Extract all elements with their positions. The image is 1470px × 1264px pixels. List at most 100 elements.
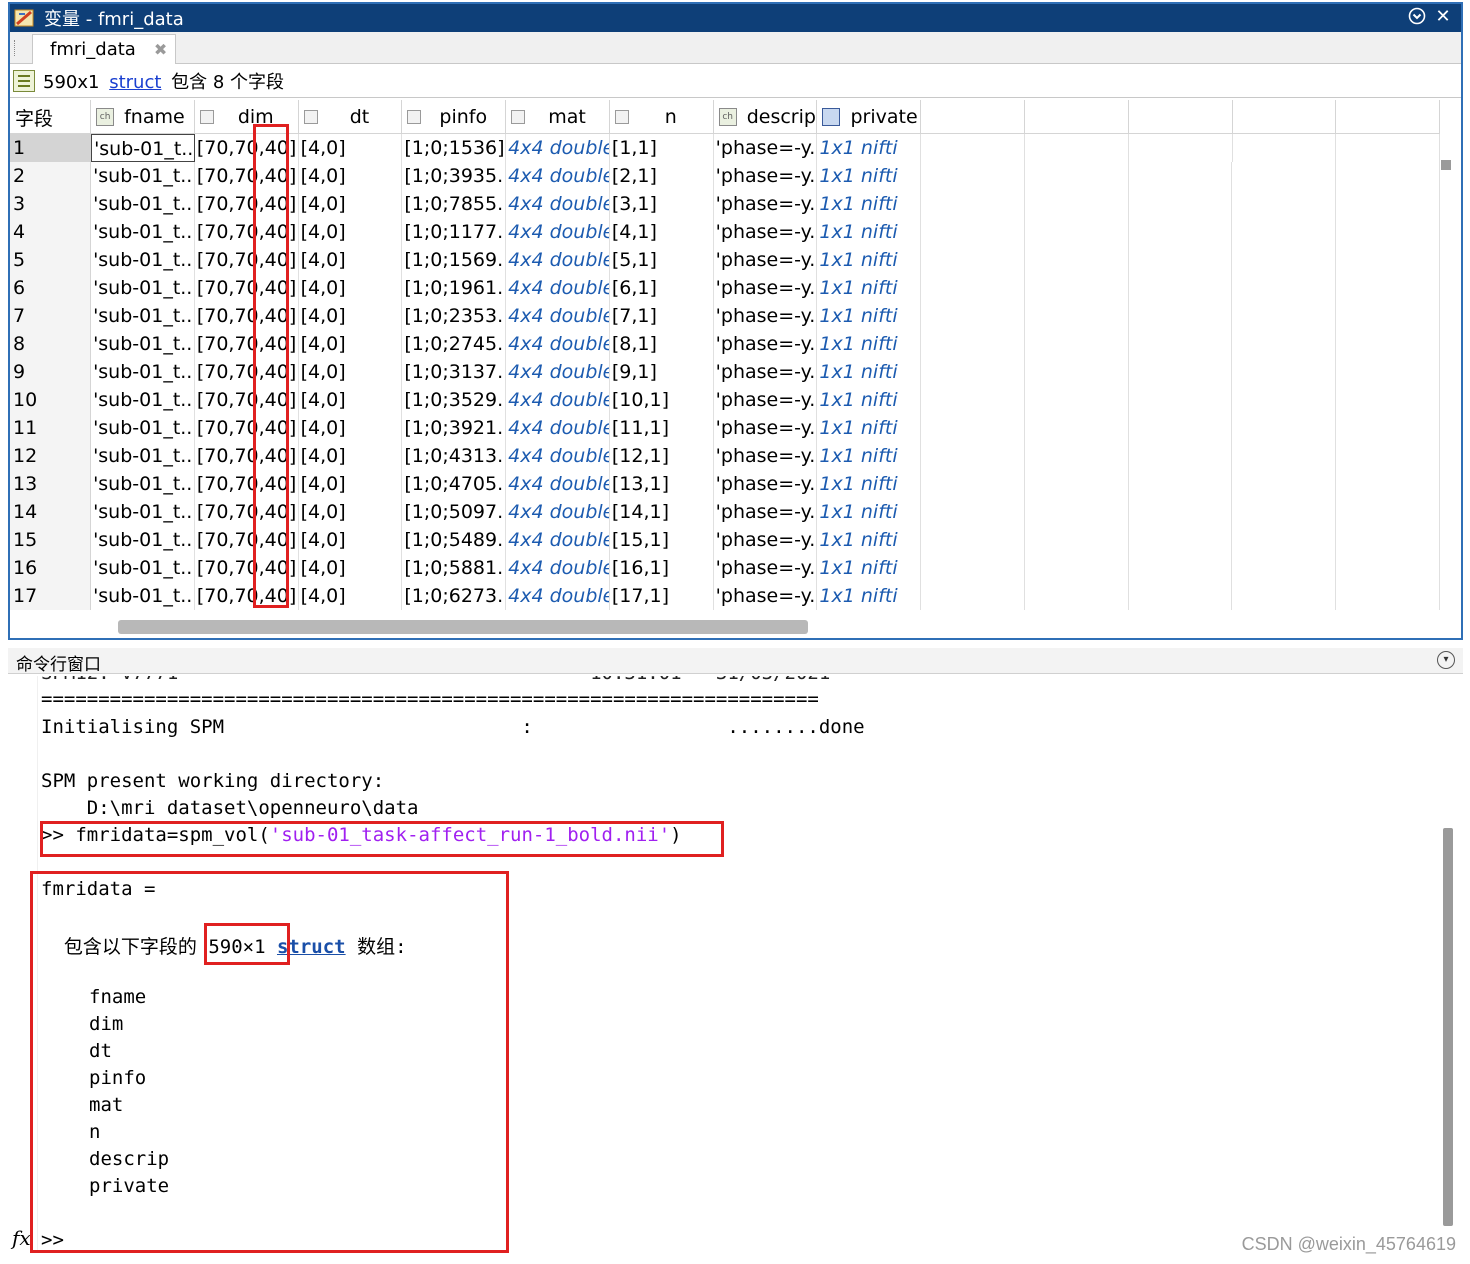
empty-cell[interactable]	[1025, 358, 1129, 386]
chevron-down-circle-icon[interactable]	[1407, 7, 1427, 27]
row-number[interactable]: 15	[10, 526, 92, 554]
cell-n[interactable]: [4,1]	[610, 218, 714, 246]
empty-cell[interactable]	[1025, 470, 1129, 498]
row-number[interactable]: 9	[10, 358, 92, 386]
cell-mat[interactable]: 4x4 double	[506, 302, 610, 330]
empty-cell[interactable]	[1129, 134, 1233, 162]
empty-cell[interactable]	[1129, 554, 1233, 582]
cell-fname[interactable]: 'sub-01_t...	[91, 554, 195, 582]
empty-cell[interactable]	[1336, 274, 1440, 302]
cell-fname[interactable]: 'sub-01_t...	[91, 190, 195, 218]
empty-cell[interactable]	[921, 134, 1025, 162]
tab-grip-handle[interactable]	[14, 40, 16, 56]
cell-descrip[interactable]: 'phase=-y...	[714, 358, 818, 386]
cell-private[interactable]: 1x1 nifti	[817, 330, 922, 358]
empty-cell[interactable]	[1129, 330, 1233, 358]
empty-cell[interactable]	[1336, 526, 1440, 554]
cell-pinfo[interactable]: [1;0;7855...	[402, 190, 507, 218]
empty-cell[interactable]	[1025, 330, 1129, 358]
table-row[interactable]: 15'sub-01_t... [70,70,40] [4,0] [1;0;5489..…	[10, 526, 1440, 554]
cell-dim[interactable]: [70,70,40]	[195, 554, 299, 582]
cell-fname[interactable]: 'sub-01_t...	[91, 218, 195, 246]
cell-dt[interactable]: [4,0]	[299, 134, 403, 162]
row-number[interactable]: 11	[10, 414, 92, 442]
cell-n[interactable]: [15,1]	[610, 526, 714, 554]
cell-fname[interactable]: 'sub-01_t...	[91, 330, 195, 358]
empty-cell[interactable]	[1336, 330, 1440, 358]
cell-dt[interactable]: [4,0]	[299, 246, 403, 274]
empty-cell[interactable]	[1232, 470, 1337, 498]
row-number[interactable]: 6	[10, 274, 92, 302]
cell-mat[interactable]: 4x4 double	[506, 414, 610, 442]
command-prompt[interactable]: >>	[41, 1229, 64, 1251]
cell-pinfo[interactable]: [1;0;1536]	[402, 134, 507, 162]
empty-cell[interactable]	[1232, 554, 1337, 582]
empty-cell[interactable]	[1232, 218, 1337, 246]
table-row[interactable]: 17'sub-01_t... [70,70,40] [4,0] [1;0;6273..…	[10, 582, 1440, 610]
cell-pinfo[interactable]: [1;0;5881...	[402, 554, 507, 582]
table-row[interactable]: 16'sub-01_t... [70,70,40] [4,0] [1;0;5881..…	[10, 554, 1440, 582]
empty-cell[interactable]	[1129, 218, 1233, 246]
cell-dt[interactable]: [4,0]	[299, 470, 403, 498]
cell-n[interactable]: [2,1]	[610, 162, 714, 190]
cell-fname[interactable]: 'sub-01_t...	[91, 358, 195, 386]
tab-close-icon[interactable]: ✖	[154, 40, 167, 59]
cell-pinfo[interactable]: [1;0;2745...	[402, 330, 507, 358]
cell-pinfo[interactable]: [1;0;1177...	[402, 218, 507, 246]
cell-private[interactable]: 1x1 nifti	[817, 582, 922, 610]
row-number[interactable]: 17	[10, 582, 92, 610]
empty-cell[interactable]	[1129, 246, 1233, 274]
row-number[interactable]: 2	[10, 162, 92, 190]
cell-mat[interactable]: 4x4 double	[506, 386, 610, 414]
cell-dt[interactable]: [4,0]	[299, 190, 403, 218]
empty-cell[interactable]	[1025, 302, 1129, 330]
cell-dt[interactable]: [4,0]	[299, 162, 403, 190]
empty-cell[interactable]	[1232, 498, 1337, 526]
empty-cell[interactable]	[1336, 414, 1440, 442]
empty-cell[interactable]	[1129, 302, 1233, 330]
struct-array-grid[interactable]: 字段 ch fname dim dt pinfo mat n ch descrip private…	[10, 100, 1440, 614]
command-window-body[interactable]: SPM12: v7771 10:31:01 - 31/03/2021 =====…	[8, 676, 1463, 1252]
cell-pinfo[interactable]: [1;0;3935...	[402, 162, 507, 190]
cell-pinfo[interactable]: [1;0;6273...	[402, 582, 507, 610]
cell-n[interactable]: [6,1]	[610, 274, 714, 302]
cell-dim[interactable]: [70,70,40]	[195, 470, 299, 498]
empty-cell[interactable]	[1025, 386, 1129, 414]
cell-dim[interactable]: [70,70,40]	[195, 134, 299, 162]
empty-cell[interactable]	[1336, 470, 1440, 498]
cell-mat[interactable]: 4x4 double	[506, 246, 610, 274]
cell-pinfo[interactable]: [1;0;3137...	[402, 358, 507, 386]
row-number[interactable]: 1	[10, 134, 92, 162]
cell-dt[interactable]: [4,0]	[299, 554, 403, 582]
cell-mat[interactable]: 4x4 double	[506, 218, 610, 246]
cell-pinfo[interactable]: [1;0;2353...	[402, 302, 507, 330]
cell-mat[interactable]: 4x4 double	[506, 470, 610, 498]
cell-descrip[interactable]: 'phase=-y...	[714, 190, 818, 218]
row-number[interactable]: 7	[10, 302, 92, 330]
cell-pinfo[interactable]: [1;0;5097...	[402, 498, 507, 526]
table-row[interactable]: 4'sub-01_t... [70,70,40] [4,0] [1;0;1177...…	[10, 218, 1440, 246]
cell-mat[interactable]: 4x4 double	[506, 358, 610, 386]
cell-n[interactable]: [10,1]	[610, 386, 714, 414]
cell-dim[interactable]: [70,70,40]	[195, 302, 299, 330]
empty-cell[interactable]	[921, 554, 1025, 582]
row-number[interactable]: 12	[10, 442, 92, 470]
cell-n[interactable]: [7,1]	[610, 302, 714, 330]
empty-cell[interactable]	[921, 302, 1025, 330]
empty-cell[interactable]	[1336, 162, 1440, 190]
cell-n[interactable]: [13,1]	[610, 470, 714, 498]
column-header-dt[interactable]: dt	[299, 100, 403, 134]
empty-cell[interactable]	[1025, 274, 1129, 302]
column-header-mat[interactable]: mat	[506, 100, 610, 134]
chevron-down-circle-icon[interactable]: ▾	[1437, 651, 1455, 669]
cell-dt[interactable]: [4,0]	[299, 526, 403, 554]
empty-cell[interactable]	[1025, 134, 1129, 162]
grid-vertical-scroll-marker[interactable]	[1441, 160, 1451, 170]
empty-cell[interactable]	[1025, 218, 1129, 246]
cell-dim[interactable]: [70,70,40]	[195, 162, 299, 190]
cell-pinfo[interactable]: [1;0;1569...	[402, 246, 507, 274]
empty-cell[interactable]	[1129, 358, 1233, 386]
empty-cell[interactable]	[1232, 330, 1337, 358]
empty-cell[interactable]	[1232, 274, 1337, 302]
empty-cell[interactable]	[1025, 162, 1129, 190]
